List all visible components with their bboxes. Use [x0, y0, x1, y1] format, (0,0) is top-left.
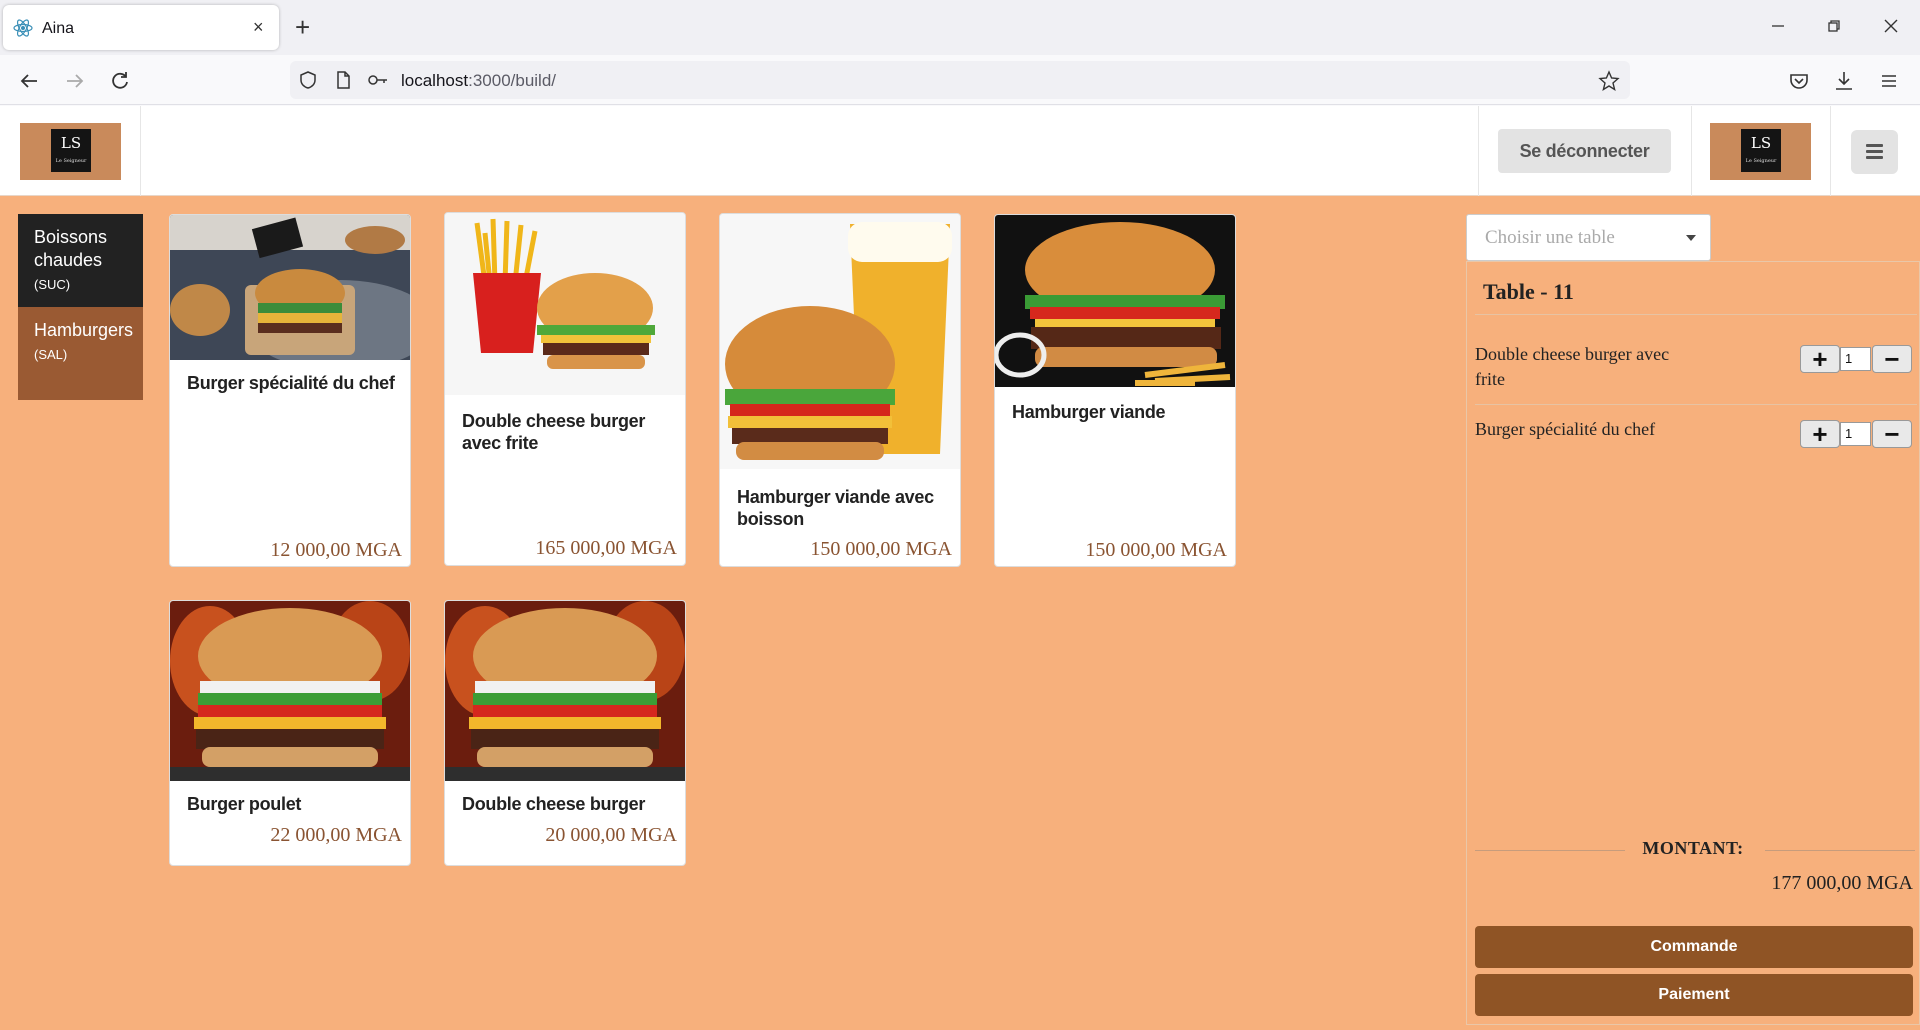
minimize-icon[interactable] [1766, 14, 1790, 38]
header-divider [1830, 106, 1831, 196]
product-price: 22 000,00 MGA [270, 824, 402, 846]
header-divider [1691, 106, 1692, 196]
table-select-placeholder: Choisir une table [1485, 227, 1615, 248]
minus-icon[interactable]: − [1872, 420, 1912, 448]
product-image [445, 601, 685, 781]
logout-button[interactable]: Se déconnecter [1498, 129, 1671, 173]
shield-icon[interactable] [298, 70, 318, 90]
key-icon[interactable] [367, 70, 389, 90]
forward-icon[interactable] [61, 67, 89, 95]
logo-mark: LS Le Seigneur [1741, 129, 1781, 172]
divider [1765, 850, 1915, 851]
close-tab-icon[interactable]: × [253, 17, 264, 37]
logo[interactable]: LS Le Seigneur [20, 123, 121, 180]
product-price: 150 000,00 MGA [810, 538, 952, 560]
url-path: :3000/build/ [468, 71, 557, 90]
pocket-icon[interactable] [1785, 67, 1813, 95]
category-code: (SUC) [34, 277, 71, 292]
order-item-name: Burger spécialité du chef [1475, 419, 1656, 439]
product-name: Double cheese burger [462, 794, 646, 814]
product-image [170, 601, 410, 781]
browser-tab[interactable]: Aina × [3, 5, 279, 50]
paiement-button[interactable]: Paiement [1475, 974, 1913, 1016]
category-label: Hamburgers [34, 320, 134, 340]
montant-label: MONTANT: [1642, 838, 1744, 858]
close-window-icon[interactable] [1879, 14, 1903, 38]
order-item-name: Double cheese burger avec frite [1475, 344, 1670, 389]
reload-icon[interactable] [106, 67, 134, 95]
category-hamburgers[interactable]: Hamburgers (SAL) [18, 307, 143, 400]
menu-line-icon [1866, 150, 1883, 153]
product-name: Hamburger viande [1012, 402, 1166, 422]
new-tab-button[interactable]: + [295, 14, 310, 40]
header-divider [1478, 106, 1479, 196]
product-name: Hamburger viande avec boisson [737, 487, 934, 529]
product-price: 20 000,00 MGA [545, 824, 677, 846]
tab-title: Aina [42, 20, 75, 37]
category-label: Boissons chaudes [34, 227, 108, 270]
logo-mark: LS Le Seigneur [51, 129, 91, 172]
product-image [170, 215, 410, 360]
product-card[interactable]: Double cheese burger 20 000,00 MGA [444, 600, 686, 866]
divider [1475, 314, 1917, 315]
quantity-input[interactable]: 1 [1840, 347, 1871, 371]
quantity-stepper: + 1 − [1800, 420, 1912, 449]
product-card[interactable]: Burger poulet 22 000,00 MGA [169, 600, 411, 866]
logo-subtext: Le Seigneur [1745, 158, 1777, 164]
app-root: LS Le Seigneur Se déconnecter LS Le Seig… [0, 106, 1920, 1030]
react-icon [13, 19, 33, 37]
category-boissons-chaudes[interactable]: Boissons chaudes (SUC) [18, 214, 143, 307]
browser-navbar: localhost:3000/build/ [0, 55, 1920, 105]
caret-down-icon [1686, 235, 1696, 241]
logo-text: LS [60, 134, 82, 152]
product-image [995, 215, 1235, 387]
back-icon[interactable] [15, 67, 43, 95]
browser-tabstrip: Aina × + [0, 0, 1920, 55]
app-header: LS Le Seigneur Se déconnecter LS Le Seig… [0, 106, 1920, 196]
product-name: Burger spécialité du chef [187, 373, 395, 393]
order-panel: Table - 11 Double cheese burger avec fri… [1466, 261, 1920, 1025]
product-card[interactable]: Burger spécialité du chef 12 000,00 MGA [169, 214, 411, 567]
quantity-input[interactable]: 1 [1840, 422, 1871, 446]
category-code: (SAL) [34, 347, 68, 362]
download-icon[interactable] [1830, 67, 1858, 95]
commande-button[interactable]: Commande [1475, 926, 1913, 968]
product-name: Double cheese burger avec frite [462, 411, 646, 453]
table-title: Table - 11 [1483, 279, 1574, 304]
product-card[interactable]: Hamburger viande 150 000,00 MGA [994, 214, 1236, 567]
restore-icon[interactable] [1822, 14, 1846, 38]
montant-value: 177 000,00 MGA [1771, 872, 1913, 894]
plus-icon[interactable]: + [1800, 420, 1840, 448]
product-card[interactable]: Hamburger viande avec boisson 150 000,00… [719, 213, 961, 567]
divider [1475, 404, 1917, 405]
table-select[interactable]: Choisir une table [1466, 214, 1711, 261]
product-name: Burger poulet [187, 794, 302, 814]
minus-icon[interactable]: − [1872, 345, 1912, 373]
hamburger-menu-button[interactable] [1851, 130, 1898, 174]
logo-subtext: Le Seigneur [55, 158, 87, 164]
menu-line-icon [1866, 156, 1883, 159]
product-image [720, 214, 960, 469]
product-card[interactable]: Double cheese burger avec frite 165 000,… [444, 212, 686, 566]
app-menu-icon[interactable] [1875, 67, 1903, 95]
logo-text: LS [1750, 134, 1772, 152]
product-price: 150 000,00 MGA [1085, 539, 1227, 561]
logo[interactable]: LS Le Seigneur [1710, 123, 1811, 180]
plus-icon[interactable]: + [1800, 345, 1840, 373]
quantity-stepper: + 1 − [1800, 345, 1912, 374]
url-host: localhost [401, 71, 469, 90]
page-icon [337, 71, 350, 89]
menu-line-icon [1866, 144, 1883, 147]
product-price: 165 000,00 MGA [535, 537, 677, 559]
bookmark-star-icon[interactable] [1598, 70, 1620, 92]
url-bar[interactable]: localhost:3000/build/ [290, 61, 1630, 99]
product-price: 12 000,00 MGA [270, 539, 402, 561]
header-divider [140, 106, 141, 196]
url-text[interactable]: localhost:3000/build/ [401, 71, 556, 91]
product-image [445, 213, 685, 395]
